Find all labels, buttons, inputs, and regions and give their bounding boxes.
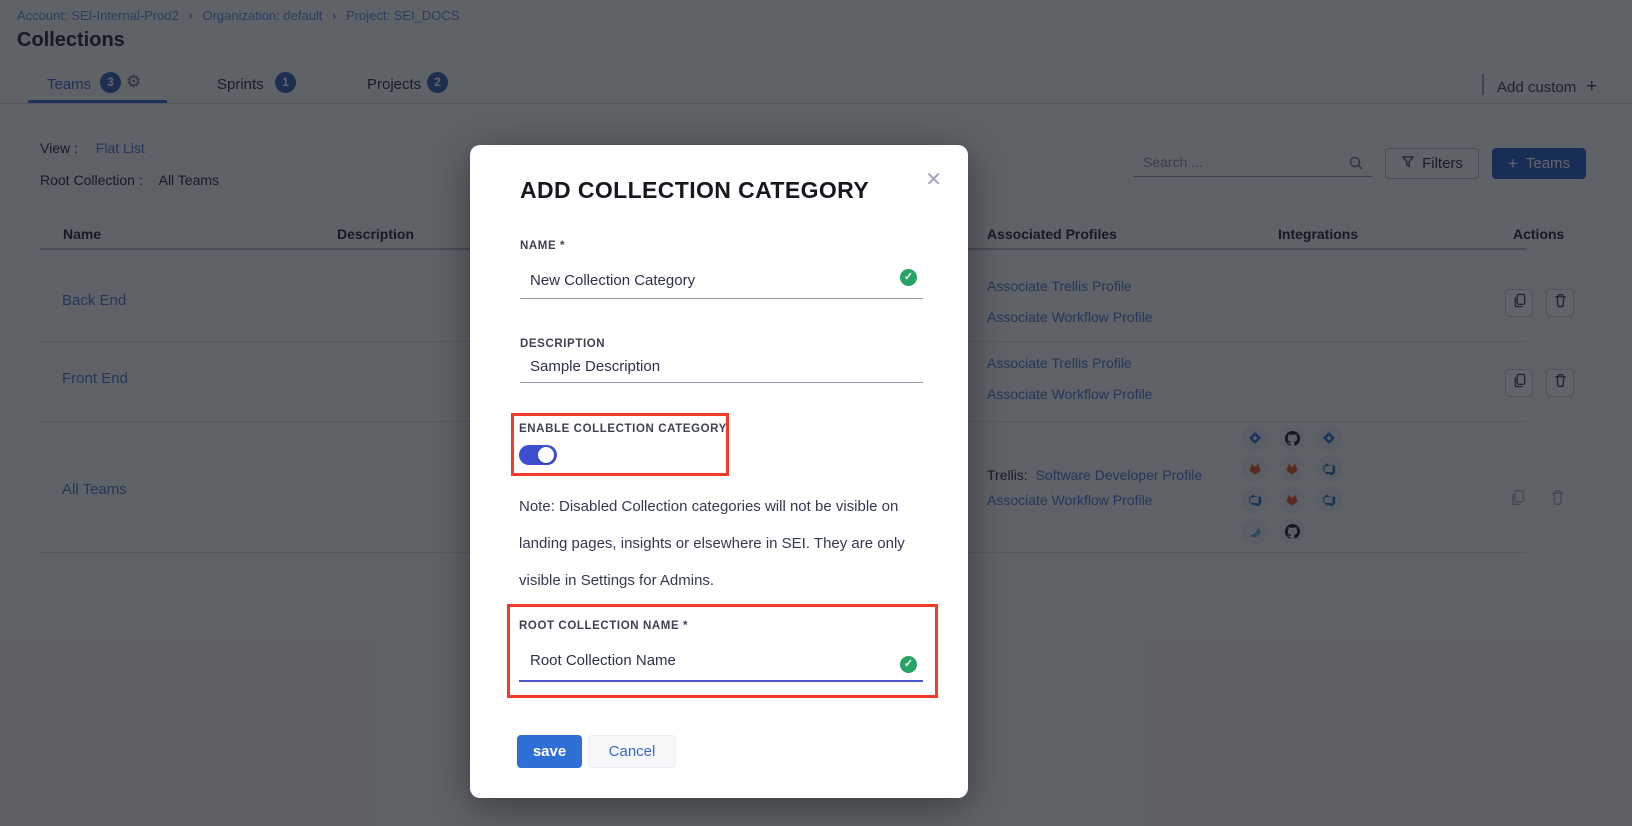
name-input[interactable] <box>530 272 890 289</box>
cancel-button[interactable]: Cancel <box>588 735 676 768</box>
note-line: landing pages, insights or elsewhere in … <box>519 525 905 562</box>
name-input-underline <box>520 298 923 299</box>
modal-title: ADD COLLECTION CATEGORY <box>520 177 869 204</box>
valid-check-icon: ✓ <box>900 269 917 286</box>
disabled-note: Note: Disabled Collection categories wil… <box>519 488 905 599</box>
note-line: visible in Settings for Admins. <box>519 562 905 599</box>
app-window: Account: SEI-Internal-Prod2 › Organizati… <box>0 0 1632 826</box>
annotation-box-enable-toggle <box>511 413 729 476</box>
note-line: Note: Disabled Collection categories wil… <box>519 488 905 525</box>
name-label: NAME * <box>520 240 565 252</box>
description-input-underline <box>520 382 923 383</box>
close-icon[interactable]: ✕ <box>925 167 942 192</box>
save-button[interactable]: save <box>517 735 582 768</box>
description-label: DESCRIPTION <box>520 338 605 350</box>
annotation-box-root-collection <box>507 604 938 698</box>
description-input[interactable] <box>530 358 890 375</box>
